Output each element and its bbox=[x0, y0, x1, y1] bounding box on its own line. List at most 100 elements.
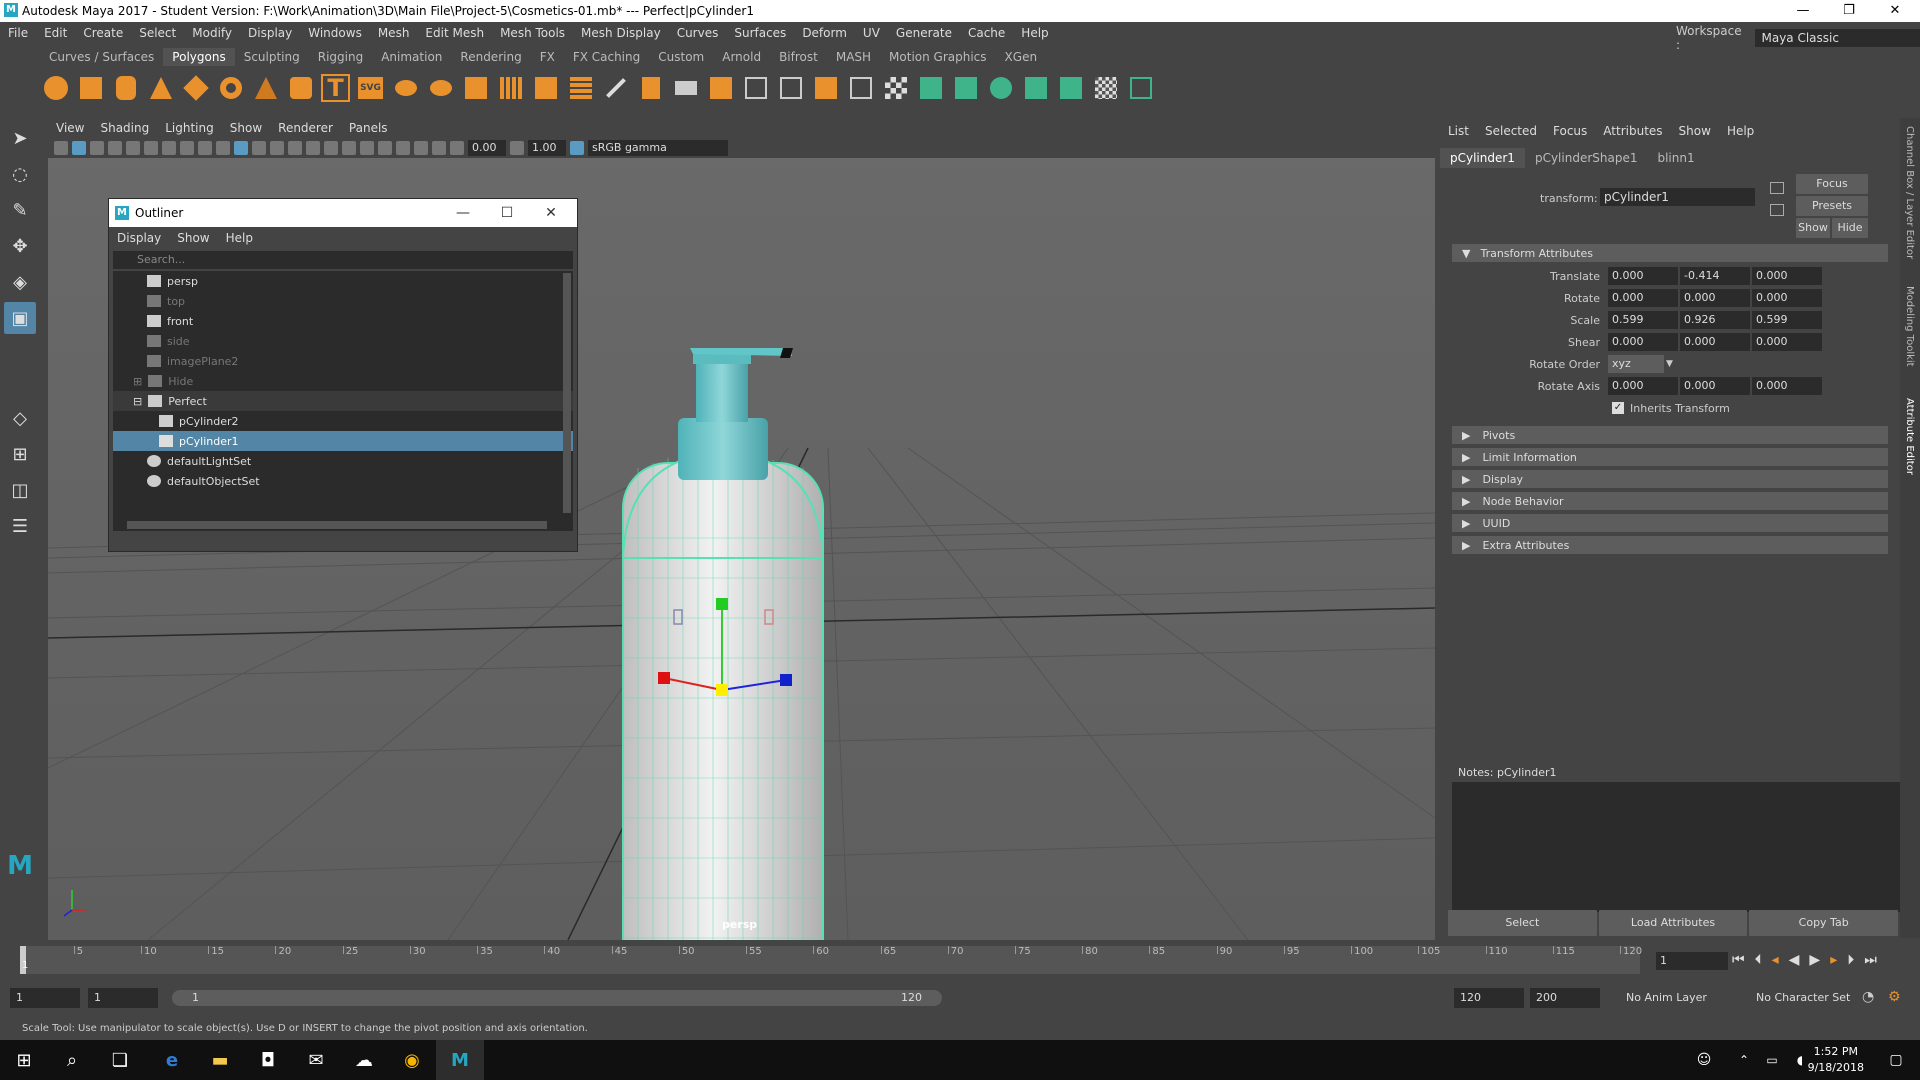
collapse-icon[interactable]: ⊟ bbox=[133, 395, 142, 408]
play-backward-icon[interactable]: ◀ bbox=[1789, 952, 1800, 968]
copy-tab-button[interactable]: Copy Tab bbox=[1749, 910, 1899, 936]
shelf-tab-polygons[interactable]: Polygons bbox=[163, 48, 235, 66]
shelf-tab-mash[interactable]: MASH bbox=[827, 48, 880, 66]
step-back-key-icon[interactable]: ⏴ bbox=[1755, 952, 1762, 968]
step-forward-key-icon[interactable]: ⏵ bbox=[1847, 952, 1854, 968]
motion-blur-icon[interactable] bbox=[342, 141, 356, 155]
color-space-dropdown[interactable]: sRGB gamma bbox=[588, 140, 728, 156]
task-view-icon[interactable]: ❏ bbox=[96, 1040, 144, 1080]
isolate-select-icon[interactable] bbox=[396, 141, 410, 155]
smooth-icon[interactable] bbox=[495, 73, 526, 104]
menu-uv[interactable]: UV bbox=[855, 26, 888, 40]
select-tool-icon[interactable]: ➤ bbox=[4, 122, 36, 154]
poly-cylinder-icon[interactable] bbox=[110, 73, 141, 104]
file-explorer-icon[interactable]: ▬ bbox=[196, 1040, 244, 1080]
uv-layout-icon[interactable] bbox=[1125, 73, 1156, 104]
exposure-field[interactable]: 0.00 bbox=[468, 140, 506, 156]
shelf-tab-custom[interactable]: Custom bbox=[649, 48, 713, 66]
translate-x-field[interactable]: 0.000 bbox=[1608, 267, 1678, 285]
shelf-tab-sculpting[interactable]: Sculpting bbox=[235, 48, 309, 66]
tab-pcylinder1[interactable]: pCylinder1 bbox=[1440, 148, 1525, 168]
shear-x-field[interactable]: 0.000 bbox=[1608, 333, 1678, 351]
notifications-icon[interactable]: ▢ bbox=[1872, 1040, 1920, 1080]
safe-action-icon[interactable] bbox=[198, 141, 212, 155]
wireframe-icon[interactable] bbox=[216, 141, 230, 155]
wireframe-on-shaded-icon[interactable] bbox=[252, 141, 266, 155]
uv-planar-icon[interactable] bbox=[915, 73, 946, 104]
vp-menu-shading[interactable]: Shading bbox=[92, 121, 157, 135]
shelf-tab-xgen[interactable]: XGen bbox=[996, 48, 1047, 66]
target-weld-icon[interactable] bbox=[775, 73, 806, 104]
poly-cone-icon[interactable] bbox=[145, 73, 176, 104]
menu-modify[interactable]: Modify bbox=[184, 26, 240, 40]
outliner-item-pcylinder2[interactable]: pCylinder2 bbox=[113, 411, 573, 431]
outliner-menu-show[interactable]: Show bbox=[169, 231, 217, 245]
vp-menu-show[interactable]: Show bbox=[222, 121, 270, 135]
camera-select-icon[interactable] bbox=[54, 141, 68, 155]
menu-help[interactable]: Help bbox=[1013, 26, 1056, 40]
rotate-z-field[interactable]: 0.000 bbox=[1752, 289, 1822, 307]
transform-name-field[interactable]: pCylinder1 bbox=[1600, 188, 1755, 206]
textured-icon[interactable] bbox=[270, 141, 284, 155]
outliner-item-defaultobjectset[interactable]: defaultObjectSet bbox=[113, 471, 573, 491]
rotate-tool-icon[interactable]: ◈ bbox=[4, 266, 36, 298]
maya-taskbar-icon[interactable]: M bbox=[436, 1040, 484, 1080]
poly-cube-icon[interactable] bbox=[75, 73, 106, 104]
character-set-dropdown[interactable]: No Character Set bbox=[1750, 988, 1870, 1008]
smooth-shade-icon[interactable] bbox=[234, 141, 248, 155]
menu-surfaces[interactable]: Surfaces bbox=[726, 26, 794, 40]
camera-attr-icon[interactable] bbox=[72, 141, 86, 155]
uv-camera-icon[interactable] bbox=[1055, 73, 1086, 104]
close-button[interactable]: ✕ bbox=[1872, 0, 1918, 22]
uv-editor-icon[interactable] bbox=[1090, 73, 1121, 104]
four-view-icon[interactable]: ⊞ bbox=[4, 438, 36, 470]
time-slider-track[interactable]: 1 5 10 15 20 25 30 35 40 45 50 55 60 65 70 75 80 85 90 95 1… bbox=[20, 946, 1642, 974]
edge-browser-icon[interactable]: e bbox=[148, 1040, 196, 1080]
resolution-gate-icon[interactable] bbox=[162, 141, 176, 155]
color-management-icon[interactable] bbox=[570, 141, 584, 155]
menu-mesh-display[interactable]: Mesh Display bbox=[573, 26, 669, 40]
section-pivots[interactable]: ▶ Pivots bbox=[1452, 426, 1888, 444]
current-frame-field[interactable]: 1 bbox=[1656, 952, 1728, 970]
lights-icon[interactable] bbox=[288, 141, 302, 155]
outliner-layout-icon[interactable]: ☰ bbox=[4, 510, 36, 542]
inherits-checkbox[interactable]: ✓ bbox=[1612, 402, 1624, 414]
attr-menu-list[interactable]: List bbox=[1440, 124, 1477, 138]
grid-toggle-icon[interactable] bbox=[126, 141, 140, 155]
playback-end-field[interactable]: 120 bbox=[1454, 988, 1524, 1008]
two-view-icon[interactable]: ◫ bbox=[4, 474, 36, 506]
playback-start-field[interactable]: 1 bbox=[88, 988, 158, 1008]
svg-icon[interactable]: SVG bbox=[355, 73, 386, 104]
mail-icon[interactable]: ✉ bbox=[292, 1040, 340, 1080]
hide-button[interactable]: Hide bbox=[1832, 218, 1868, 238]
shear-y-field[interactable]: 0.000 bbox=[1680, 333, 1750, 351]
shelf-tab-motion-graphics[interactable]: Motion Graphics bbox=[880, 48, 996, 66]
minimize-button[interactable]: — bbox=[1780, 0, 1826, 22]
expand-icon[interactable]: ⊞ bbox=[133, 375, 142, 388]
menu-cache[interactable]: Cache bbox=[960, 26, 1013, 40]
section-display[interactable]: ▶ Display bbox=[1452, 470, 1888, 488]
shelf-tab-rendering[interactable]: Rendering bbox=[451, 48, 530, 66]
auto-key-icon[interactable]: ◔ bbox=[1862, 989, 1874, 1005]
uv-automatic-icon[interactable] bbox=[1020, 73, 1051, 104]
shelf-tab-arnold[interactable]: Arnold bbox=[713, 48, 770, 66]
multicut-icon[interactable] bbox=[740, 73, 771, 104]
outliner-item-imageplane2[interactable]: imagePlane2 bbox=[113, 351, 573, 371]
mirror-icon[interactable] bbox=[460, 73, 491, 104]
outliner-item-defaultlightset[interactable]: defaultLightSet bbox=[113, 451, 573, 471]
anim-layer-dropdown[interactable]: No Anim Layer bbox=[1620, 988, 1740, 1008]
attr-menu-selected[interactable]: Selected bbox=[1477, 124, 1545, 138]
depth-of-field-icon[interactable] bbox=[378, 141, 392, 155]
poly-torus-icon[interactable] bbox=[215, 73, 246, 104]
menu-mesh[interactable]: Mesh bbox=[370, 26, 418, 40]
xray-icon[interactable] bbox=[414, 141, 428, 155]
outliner-item-front[interactable]: front bbox=[113, 311, 573, 331]
menu-curves[interactable]: Curves bbox=[669, 26, 727, 40]
select-button[interactable]: Select bbox=[1448, 910, 1597, 936]
vp-menu-renderer[interactable]: Renderer bbox=[270, 121, 341, 135]
outliner-item-top[interactable]: top bbox=[113, 291, 573, 311]
poly-type-icon[interactable]: T bbox=[320, 73, 351, 104]
shear-z-field[interactable]: 0.000 bbox=[1752, 333, 1822, 351]
maximize-button[interactable]: ❐ bbox=[1826, 0, 1872, 22]
show-button[interactable]: Show bbox=[1796, 218, 1830, 238]
